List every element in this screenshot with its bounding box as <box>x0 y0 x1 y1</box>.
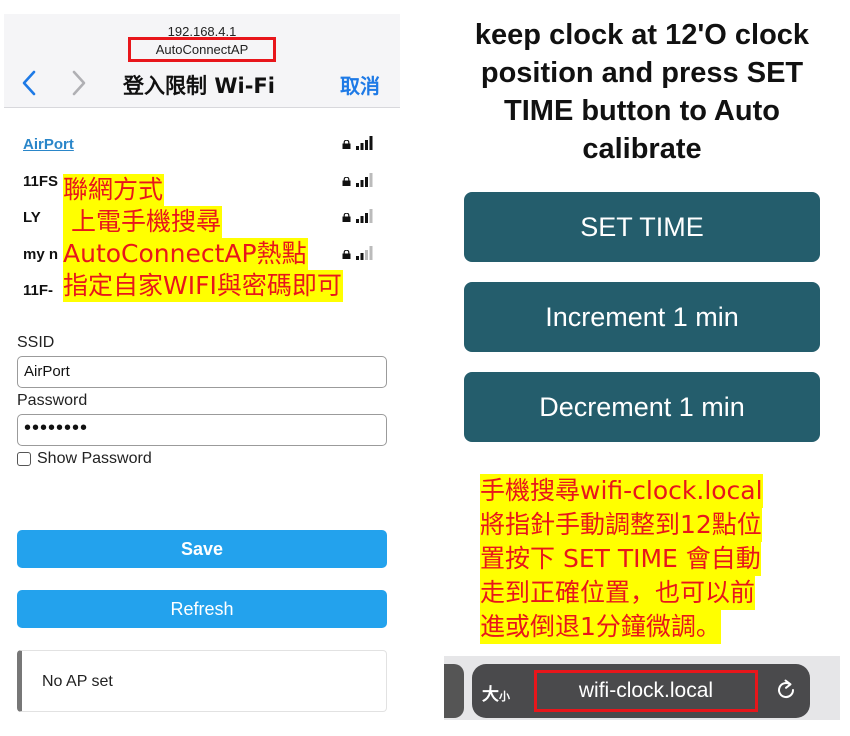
wifi-signal-icon <box>356 172 373 187</box>
previous-tab-edge[interactable] <box>444 664 464 718</box>
network-name[interactable]: 11F- <box>23 282 53 299</box>
note-line: 進或倒退1分鐘微調。 <box>480 610 721 644</box>
overlay-line: AutoConnectAP熱點 <box>63 238 308 270</box>
address-bar[interactable]: 大小 wifi-clock.local <box>472 664 810 718</box>
heading-line: calibrate <box>582 133 702 165</box>
show-password-row: Show Password <box>17 450 387 468</box>
network-name[interactable]: my n <box>23 246 58 263</box>
decrement-button[interactable]: Decrement 1 min <box>464 372 820 442</box>
show-password-checkbox[interactable] <box>17 452 31 466</box>
password-field[interactable]: •••••••• <box>17 414 387 446</box>
text-size-small: 小 <box>499 690 510 703</box>
page-title: 登入限制 Wi-Fi <box>123 74 275 98</box>
heading-line: position and press SET <box>480 57 804 89</box>
network-status <box>342 136 382 152</box>
browser-topbar: 192.168.4.1 AutoConnectAP 登入限制 Wi-Fi 取消 <box>4 14 400 108</box>
network-status <box>342 209 382 225</box>
show-password-label: Show Password <box>37 450 152 467</box>
lock-icon <box>342 176 351 186</box>
instruction-note: 手機搜尋wifi-clock.local 將指針手動調整到12點位 置按下 SE… <box>480 474 763 644</box>
status-box: No AP set <box>17 650 387 712</box>
heading-line: keep clock at 12'O clock <box>474 19 810 51</box>
overlay-line: 聯網方式 <box>63 174 165 206</box>
ssid-field[interactable]: AirPort <box>17 356 387 388</box>
lock-icon <box>342 213 351 222</box>
refresh-button[interactable]: Refresh <box>17 590 387 628</box>
text-size-big: 大 <box>482 685 499 705</box>
set-time-button[interactable]: SET TIME <box>464 192 820 262</box>
increment-button[interactable]: Increment 1 min <box>464 282 820 352</box>
ssid-label: SSID <box>17 334 55 351</box>
list-item[interactable]: AirPort <box>4 132 400 169</box>
overlay-line: 指定自家WIFI與密碼即可 <box>63 270 343 302</box>
network-name[interactable]: 11FS <box>23 173 58 190</box>
instruction-overlay: 聯網方式 上電手機搜尋 AutoConnectAP熱點 指定自家WIFI與密碼即… <box>63 174 343 302</box>
network-status <box>342 172 382 189</box>
note-line: 將指針手動調整到12點位 <box>480 508 762 542</box>
status-text: No AP set <box>42 673 113 690</box>
network-status <box>342 245 382 262</box>
wifi-signal-icon <box>356 136 373 150</box>
overlay-line: 上電手機搜尋 <box>63 206 222 238</box>
reload-icon[interactable] <box>774 678 798 702</box>
note-line: 手機搜尋wifi-clock.local <box>480 474 763 508</box>
url-field[interactable]: wifi-clock.local <box>534 670 758 712</box>
ap-name-highlight: AutoConnectAP <box>128 37 276 62</box>
lock-icon <box>342 140 351 149</box>
password-label: Password <box>17 392 88 409</box>
chevron-right-icon[interactable] <box>68 68 90 98</box>
wifi-signal-icon <box>356 245 373 260</box>
wifi-config-form: SSID AirPort Password •••••••• Show Pass… <box>17 334 387 468</box>
cancel-button[interactable]: 取消 <box>340 70 380 99</box>
lock-icon <box>342 249 351 259</box>
captive-portal-panel: 192.168.4.1 AutoConnectAP 登入限制 Wi-Fi 取消 … <box>4 14 400 724</box>
network-name[interactable]: AirPort <box>23 136 74 153</box>
heading-line: TIME button to Auto <box>504 95 780 127</box>
note-line: 置按下 SET TIME 會自動 <box>480 542 761 576</box>
text-size-button[interactable]: 大小 <box>482 680 510 705</box>
chevron-left-icon[interactable] <box>18 68 40 98</box>
screenshot-root: 192.168.4.1 AutoConnectAP 登入限制 Wi-Fi 取消 … <box>0 0 850 736</box>
save-button[interactable]: Save <box>17 530 387 568</box>
network-name[interactable]: LY <box>23 209 41 226</box>
page-heading: keep clock at 12'O clock position and pr… <box>444 16 840 168</box>
clock-control-panel: keep clock at 12'O clock position and pr… <box>444 0 850 736</box>
wifi-signal-icon <box>356 209 373 223</box>
note-line: 走到正確位置，也可以前 <box>480 576 756 610</box>
